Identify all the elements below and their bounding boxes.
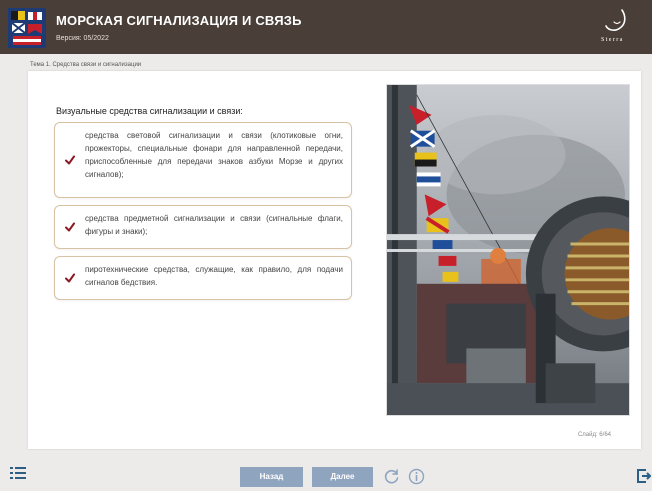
menu-icon[interactable] [10,467,26,479]
footer: Назад Далее [0,462,652,491]
exit-icon[interactable] [637,469,651,483]
brand-logo-icon: Sterra [601,9,626,43]
back-button[interactable]: Назад [240,467,303,487]
svg-text:Sterra: Sterra [601,37,624,43]
reload-icon[interactable] [383,468,400,485]
next-button[interactable]: Далее [312,467,373,487]
list-item: средства предметной сигнализации и связи… [54,205,352,249]
breadcrumb: Тема 1. Средства связи и сигнализации [30,62,142,68]
list-item-text: пиротехнические средства, служащие, как … [85,265,343,287]
list-item-text: средства световой сигнализации и связи (… [85,131,343,179]
check-icon [65,222,75,232]
list-item-text: средства предметной сигнализации и связи… [85,214,343,236]
list-item: средства световой сигнализации и связи (… [54,122,352,198]
check-icon [65,155,75,165]
check-icon [65,273,75,283]
ship-signal-photo [386,84,630,416]
header: МОРСКАЯ СИГНАЛИЗАЦИЯ И СВЯЗЬ Версия: 05/… [0,0,652,54]
content-heading: Визуальные средства сигнализации и связи… [56,106,243,116]
slide-card: Визуальные средства сигнализации и связи… [28,71,641,449]
version-label: Версия: 05/2022 [56,35,109,42]
slide-counter: Слайд: 6/64 [577,432,611,438]
list-item: пиротехнические средства, служащие, как … [54,256,352,300]
app-title: МОРСКАЯ СИГНАЛИЗАЦИЯ И СВЯЗЬ [56,13,302,28]
info-icon[interactable] [408,468,425,485]
logo-flags-icon [8,8,46,48]
